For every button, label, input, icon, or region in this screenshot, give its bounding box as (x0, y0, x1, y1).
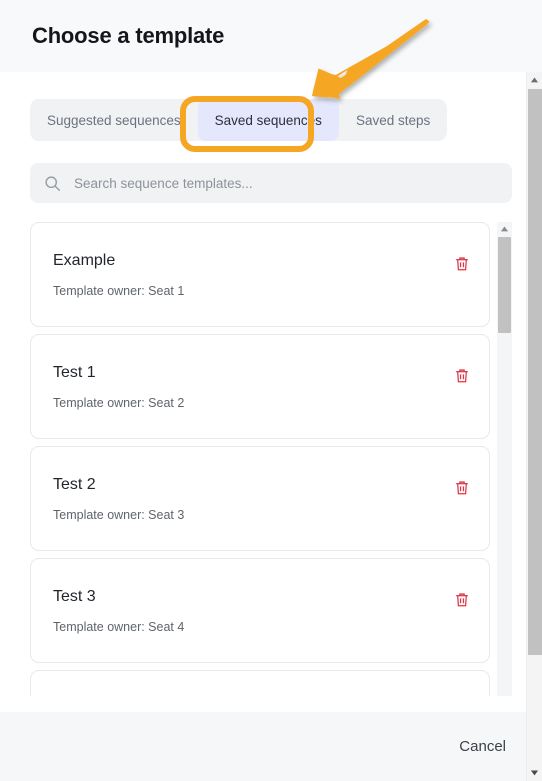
caret-up-icon[interactable] (527, 72, 542, 88)
trash-icon[interactable] (453, 591, 471, 609)
page-title: Choose a template (32, 23, 225, 48)
trash-icon[interactable] (453, 255, 471, 273)
template-owner: Template owner: Seat 2 (53, 395, 185, 410)
choose-template-modal: Choose a template Suggested sequences Sa… (0, 0, 542, 781)
window-scrollbar[interactable] (526, 72, 542, 781)
search-icon (44, 175, 61, 192)
tab-suggested-sequences[interactable]: Suggested sequences (30, 99, 198, 141)
template-owner: Template owner: Seat 4 (53, 619, 185, 634)
modal-header: Choose a template (0, 0, 542, 72)
scrollbar-thumb[interactable] (498, 237, 511, 333)
search-row (30, 163, 512, 203)
template-card[interactable]: Test 2 Template owner: Seat 3 (30, 446, 490, 551)
trash-icon[interactable] (453, 367, 471, 385)
template-list-scrollbar[interactable] (497, 222, 512, 696)
template-tab-group: Suggested sequences Saved sequences Save… (30, 99, 448, 141)
template-name: Example (53, 251, 116, 269)
template-card[interactable]: Example Template owner: Seat 1 (30, 222, 490, 327)
template-owner: Template owner: Seat 3 (53, 507, 185, 522)
template-card-partial[interactable] (30, 670, 490, 696)
search-input[interactable] (72, 174, 498, 192)
caret-down-icon[interactable] (527, 765, 542, 781)
tab-saved-steps[interactable]: Saved steps (339, 99, 447, 141)
template-list-wrap: Example Template owner: Seat 1 Test 1 Te… (30, 222, 512, 696)
cancel-button[interactable]: Cancel (457, 732, 508, 761)
tab-saved-sequences[interactable]: Saved sequences (197, 99, 339, 141)
caret-up-icon[interactable] (497, 222, 512, 236)
template-card[interactable]: Test 3 Template owner: Seat 4 (30, 558, 490, 663)
modal-body: Suggested sequences Saved sequences Save… (0, 72, 542, 712)
search-box[interactable] (30, 163, 512, 203)
modal-footer: Cancel (0, 712, 542, 781)
template-name: Test 1 (53, 363, 96, 381)
template-name: Test 3 (53, 587, 96, 605)
window-scrollbar-thumb[interactable] (528, 89, 542, 655)
template-list: Example Template owner: Seat 1 Test 1 Te… (30, 222, 490, 696)
template-name: Test 2 (53, 475, 96, 493)
trash-icon[interactable] (453, 479, 471, 497)
template-card[interactable]: Test 1 Template owner: Seat 2 (30, 334, 490, 439)
template-owner: Template owner: Seat 1 (53, 283, 185, 298)
